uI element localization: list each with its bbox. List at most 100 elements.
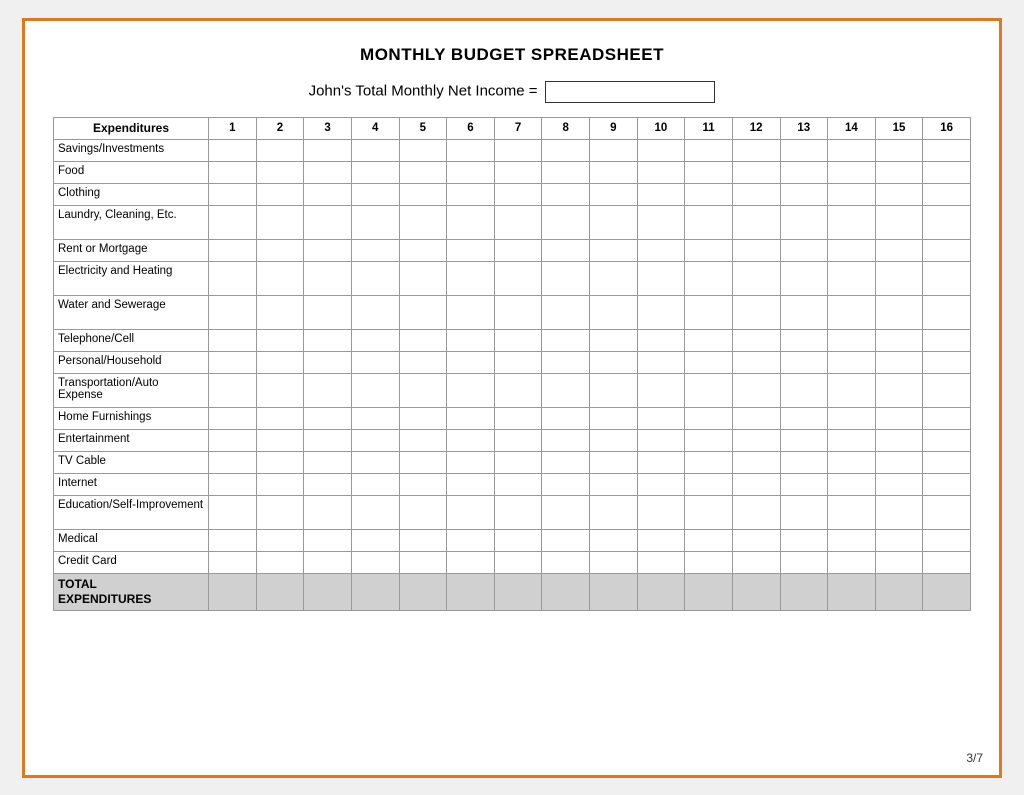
total-cell-3[interactable] [351, 573, 399, 610]
data-cell-4-9[interactable] [637, 239, 685, 261]
data-cell-15-5[interactable] [447, 529, 495, 551]
data-cell-16-3[interactable] [351, 551, 399, 573]
data-cell-10-6[interactable] [494, 407, 542, 429]
data-cell-7-3[interactable] [351, 329, 399, 351]
data-cell-15-12[interactable] [780, 529, 828, 551]
data-cell-7-5[interactable] [447, 329, 495, 351]
data-cell-10-8[interactable] [590, 407, 638, 429]
data-cell-10-0[interactable] [209, 407, 257, 429]
total-cell-5[interactable] [447, 573, 495, 610]
data-cell-1-0[interactable] [209, 161, 257, 183]
data-cell-0-7[interactable] [542, 139, 590, 161]
data-cell-13-5[interactable] [447, 473, 495, 495]
data-cell-8-13[interactable] [828, 351, 876, 373]
data-cell-16-1[interactable] [256, 551, 304, 573]
data-cell-15-6[interactable] [494, 529, 542, 551]
data-cell-11-12[interactable] [780, 429, 828, 451]
total-cell-7[interactable] [542, 573, 590, 610]
data-cell-15-4[interactable] [399, 529, 447, 551]
data-cell-2-2[interactable] [304, 183, 352, 205]
data-cell-1-9[interactable] [637, 161, 685, 183]
data-cell-3-14[interactable] [875, 205, 923, 239]
data-cell-0-9[interactable] [637, 139, 685, 161]
data-cell-16-10[interactable] [685, 551, 733, 573]
data-cell-15-14[interactable] [875, 529, 923, 551]
data-cell-2-6[interactable] [494, 183, 542, 205]
data-cell-6-0[interactable] [209, 295, 257, 329]
data-cell-4-15[interactable] [923, 239, 971, 261]
data-cell-12-8[interactable] [590, 451, 638, 473]
data-cell-4-7[interactable] [542, 239, 590, 261]
data-cell-14-11[interactable] [732, 495, 780, 529]
data-cell-11-2[interactable] [304, 429, 352, 451]
data-cell-6-6[interactable] [494, 295, 542, 329]
data-cell-13-11[interactable] [732, 473, 780, 495]
data-cell-0-14[interactable] [875, 139, 923, 161]
data-cell-3-0[interactable] [209, 205, 257, 239]
data-cell-0-13[interactable] [828, 139, 876, 161]
data-cell-12-14[interactable] [875, 451, 923, 473]
data-cell-4-1[interactable] [256, 239, 304, 261]
data-cell-7-4[interactable] [399, 329, 447, 351]
data-cell-13-13[interactable] [828, 473, 876, 495]
data-cell-10-15[interactable] [923, 407, 971, 429]
data-cell-0-6[interactable] [494, 139, 542, 161]
data-cell-15-11[interactable] [732, 529, 780, 551]
data-cell-13-14[interactable] [875, 473, 923, 495]
data-cell-2-9[interactable] [637, 183, 685, 205]
data-cell-1-12[interactable] [780, 161, 828, 183]
data-cell-11-9[interactable] [637, 429, 685, 451]
data-cell-4-8[interactable] [590, 239, 638, 261]
data-cell-0-1[interactable] [256, 139, 304, 161]
data-cell-9-2[interactable] [304, 373, 352, 407]
data-cell-5-9[interactable] [637, 261, 685, 295]
data-cell-13-6[interactable] [494, 473, 542, 495]
data-cell-0-11[interactable] [732, 139, 780, 161]
data-cell-16-11[interactable] [732, 551, 780, 573]
data-cell-2-8[interactable] [590, 183, 638, 205]
data-cell-16-8[interactable] [590, 551, 638, 573]
data-cell-4-4[interactable] [399, 239, 447, 261]
data-cell-5-6[interactable] [494, 261, 542, 295]
data-cell-10-13[interactable] [828, 407, 876, 429]
data-cell-9-5[interactable] [447, 373, 495, 407]
data-cell-1-15[interactable] [923, 161, 971, 183]
data-cell-6-1[interactable] [256, 295, 304, 329]
data-cell-14-13[interactable] [828, 495, 876, 529]
data-cell-9-7[interactable] [542, 373, 590, 407]
data-cell-15-8[interactable] [590, 529, 638, 551]
total-cell-14[interactable] [875, 573, 923, 610]
data-cell-1-5[interactable] [447, 161, 495, 183]
data-cell-9-8[interactable] [590, 373, 638, 407]
data-cell-11-1[interactable] [256, 429, 304, 451]
data-cell-0-15[interactable] [923, 139, 971, 161]
data-cell-4-12[interactable] [780, 239, 828, 261]
data-cell-3-6[interactable] [494, 205, 542, 239]
data-cell-13-1[interactable] [256, 473, 304, 495]
data-cell-5-14[interactable] [875, 261, 923, 295]
data-cell-16-6[interactable] [494, 551, 542, 573]
data-cell-3-8[interactable] [590, 205, 638, 239]
data-cell-1-11[interactable] [732, 161, 780, 183]
data-cell-12-11[interactable] [732, 451, 780, 473]
data-cell-10-11[interactable] [732, 407, 780, 429]
data-cell-8-2[interactable] [304, 351, 352, 373]
total-cell-8[interactable] [590, 573, 638, 610]
data-cell-6-10[interactable] [685, 295, 733, 329]
data-cell-0-8[interactable] [590, 139, 638, 161]
data-cell-10-5[interactable] [447, 407, 495, 429]
data-cell-9-15[interactable] [923, 373, 971, 407]
data-cell-13-9[interactable] [637, 473, 685, 495]
data-cell-14-9[interactable] [637, 495, 685, 529]
data-cell-7-15[interactable] [923, 329, 971, 351]
data-cell-10-3[interactable] [351, 407, 399, 429]
total-cell-6[interactable] [494, 573, 542, 610]
data-cell-5-7[interactable] [542, 261, 590, 295]
data-cell-9-0[interactable] [209, 373, 257, 407]
data-cell-14-7[interactable] [542, 495, 590, 529]
data-cell-15-9[interactable] [637, 529, 685, 551]
data-cell-3-13[interactable] [828, 205, 876, 239]
data-cell-14-14[interactable] [875, 495, 923, 529]
data-cell-14-2[interactable] [304, 495, 352, 529]
data-cell-14-8[interactable] [590, 495, 638, 529]
